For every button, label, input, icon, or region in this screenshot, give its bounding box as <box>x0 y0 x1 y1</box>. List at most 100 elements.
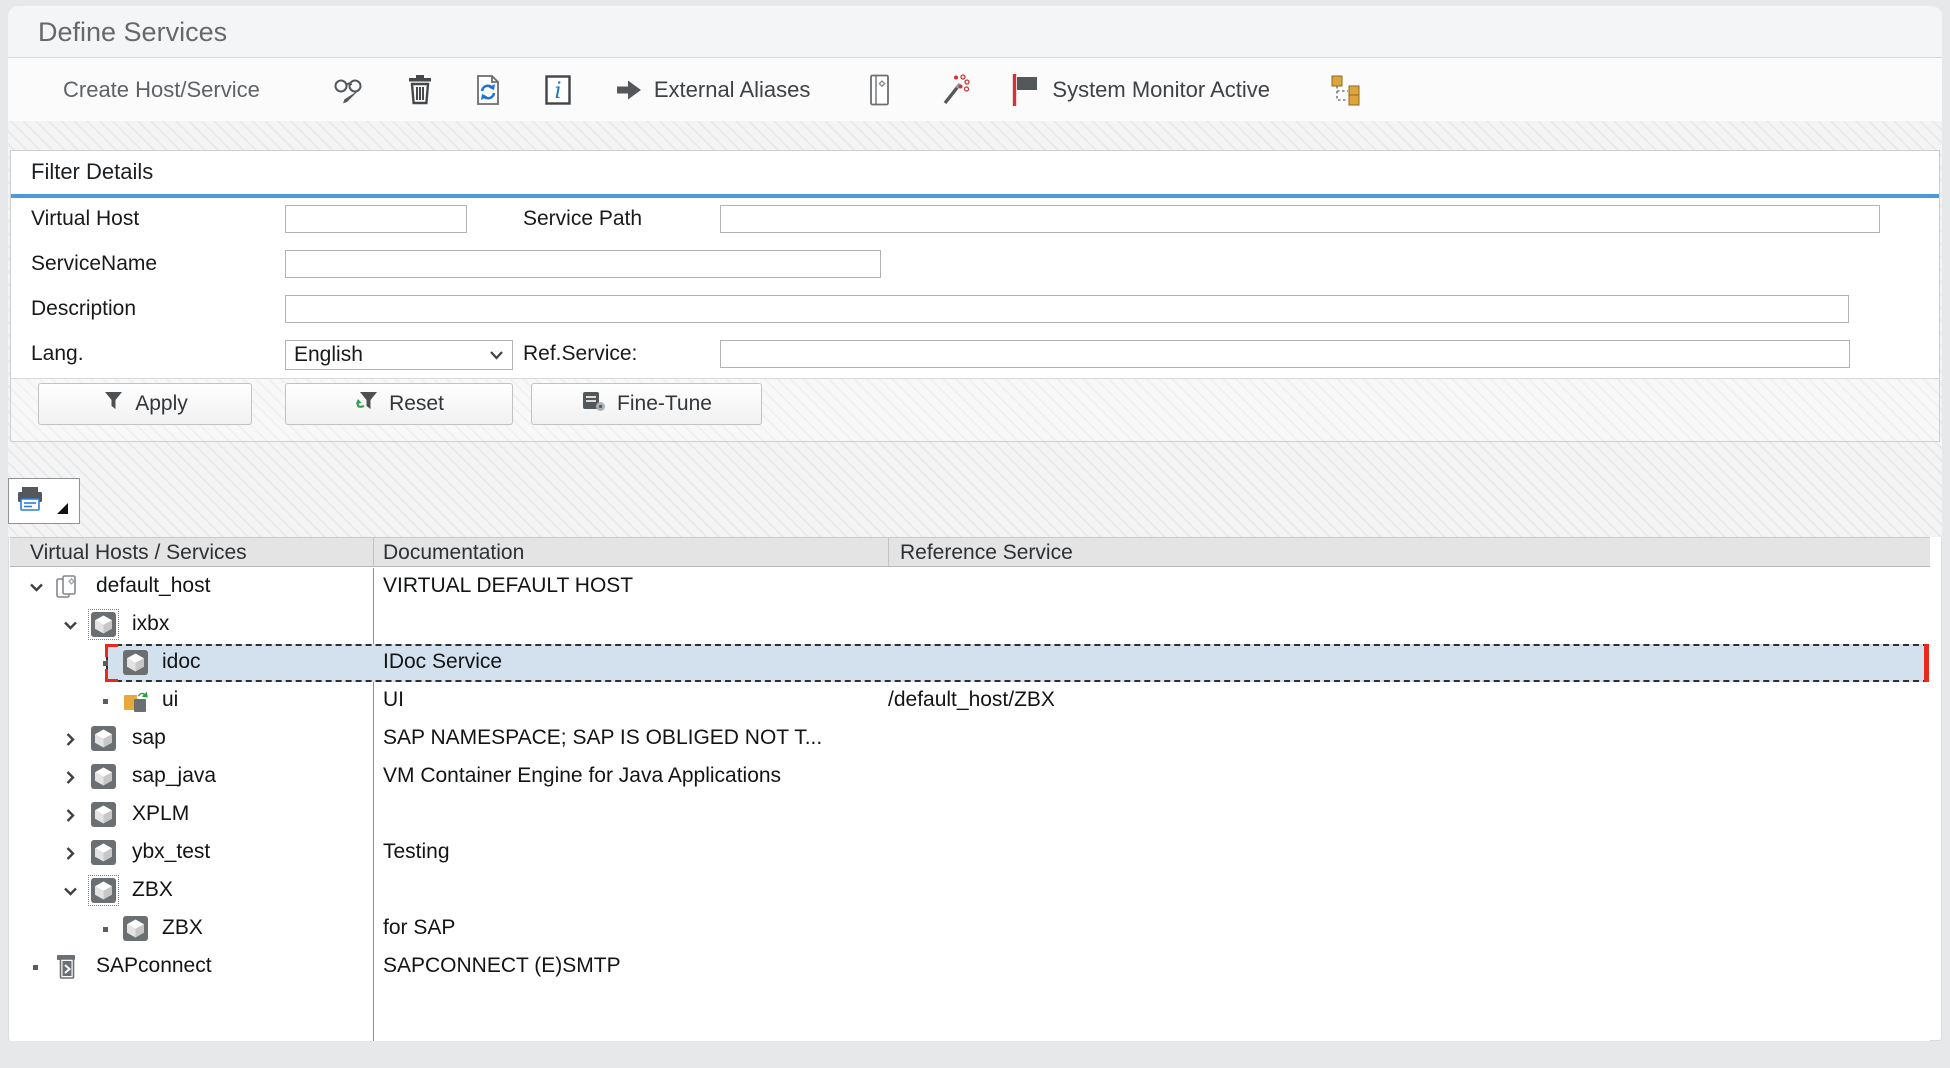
service-name-label: ServiceName <box>31 252 157 276</box>
sapconnect-icon <box>54 953 81 980</box>
funnel-reset-icon <box>354 390 379 419</box>
external-aliases-label: External Aliases <box>654 77 811 103</box>
tree-row-ui[interactable]: uiUI/default_host/ZBX <box>10 682 1930 720</box>
tree-row-default_host[interactable]: default_hostVIRTUAL DEFAULT HOST <box>10 568 1930 606</box>
language-select[interactable]: English <box>285 340 513 370</box>
selection-corner-mark <box>105 644 118 657</box>
node-label: idoc <box>162 650 201 674</box>
svg-text:i: i <box>554 79 561 104</box>
hierarchy-icon[interactable] <box>1330 74 1362 106</box>
arrow-right-icon <box>616 79 642 101</box>
virtual-host-label: Virtual Host <box>31 207 139 231</box>
delete-icon[interactable] <box>406 74 434 106</box>
info-icon[interactable]: i <box>544 74 572 106</box>
node-label: default_host <box>96 574 210 598</box>
node-label: ZBX <box>132 878 173 902</box>
service-icon <box>90 611 117 638</box>
tree-row-sap[interactable]: sap SAP NAMESPACE; SAP IS OBLIGED NOT T..… <box>10 720 1930 758</box>
documentation-cell: VM Container Engine for Java Application… <box>383 764 781 788</box>
apply-button-label: Apply <box>135 392 188 416</box>
documentation-cell: SAPCONNECT (E)SMTP <box>383 954 621 978</box>
column-divider <box>888 538 889 566</box>
external-aliases-button[interactable]: External Aliases <box>616 77 811 103</box>
flag-icon <box>1010 73 1040 107</box>
tree-row-sapconnect[interactable]: SAPconnect SAPCONNECT (E)SMTP <box>10 948 1930 986</box>
filter-row-description: Description <box>11 288 1939 334</box>
refresh-icon[interactable] <box>474 74 502 106</box>
fine-tune-icon <box>581 389 607 419</box>
virtual-host-input[interactable] <box>285 205 467 233</box>
tree-row-ybx_test[interactable]: ybx_testTesting <box>10 834 1930 872</box>
ref-service-input[interactable] <box>720 340 1850 368</box>
node-label: SAPconnect <box>96 954 212 978</box>
host-door-icon[interactable] <box>866 73 894 107</box>
service-icon <box>122 649 149 676</box>
service-path-label: Service Path <box>523 207 642 231</box>
selection-right-mark <box>1924 644 1929 682</box>
node-label: ZBX <box>162 916 203 940</box>
bullet-icon <box>103 661 108 666</box>
documentation-cell: Testing <box>383 840 450 864</box>
bullet-icon <box>33 965 38 970</box>
filter-row-language: Lang. English Ref.Service: <box>11 333 1939 379</box>
wizard-wand-icon[interactable] <box>938 74 970 106</box>
system-monitor-label: System Monitor Active <box>1052 77 1270 103</box>
chevron-down-icon[interactable] <box>62 617 79 634</box>
system-monitor-button[interactable]: System Monitor Active <box>1010 73 1270 107</box>
chevron-right-icon[interactable] <box>62 731 79 748</box>
dropdown-corner-icon <box>57 503 68 514</box>
node-label: XPLM <box>132 802 189 826</box>
node-label: ui <box>162 688 178 712</box>
column-header-documentation[interactable]: Documentation <box>383 541 524 565</box>
documentation-cell: SAP NAMESPACE; SAP IS OBLIGED NOT T... <box>383 726 822 750</box>
chevron-right-icon[interactable] <box>62 807 79 824</box>
reference-service-cell: /default_host/ZBX <box>888 688 1055 712</box>
service-icon <box>90 725 117 752</box>
sap-define-services-window: Define Services Create Host/Service i Ex… <box>0 0 1950 1068</box>
chevron-down-icon[interactable] <box>62 883 79 900</box>
filter-row-virtual-host: Virtual Host Service Path <box>11 198 1939 244</box>
tree-row-xplm[interactable]: XPLM <box>10 796 1930 834</box>
service-icon <box>90 839 117 866</box>
display-change-icon[interactable] <box>332 74 366 106</box>
service-name-input[interactable] <box>285 250 881 278</box>
apply-button[interactable]: Apply <box>38 383 252 425</box>
title-bar: Define Services <box>8 6 1942 58</box>
reset-button[interactable]: Reset <box>285 383 513 425</box>
ref-service-label: Ref.Service: <box>523 342 637 366</box>
column-header-reference-service[interactable]: Reference Service <box>900 541 1073 565</box>
description-input[interactable] <box>285 295 1849 323</box>
printer-icon <box>15 484 45 519</box>
create-host-service-label: Create Host/Service <box>63 77 260 103</box>
selected-row-highlight <box>106 644 1929 682</box>
tree-row-zbx[interactable]: ZBXfor SAP <box>10 910 1930 948</box>
chevron-right-icon[interactable] <box>62 769 79 786</box>
service-icon <box>90 801 117 828</box>
tree-row-ixbx[interactable]: ixbx <box>10 606 1930 644</box>
fine-tune-button[interactable]: Fine-Tune <box>531 383 762 425</box>
application-toolbar: Create Host/Service i External Aliases S… <box>8 58 1942 121</box>
language-selected-value: English <box>294 343 363 367</box>
chevron-down-icon[interactable] <box>28 579 45 596</box>
column-header-virtual-hosts[interactable]: Virtual Hosts / Services <box>30 541 247 565</box>
selection-corner-mark <box>105 669 118 682</box>
alias-icon <box>122 687 149 714</box>
chevron-right-icon[interactable] <box>62 845 79 862</box>
service-icon <box>122 915 149 942</box>
filter-group-title-strip: Filter Details <box>11 151 1939 194</box>
service-icon <box>90 877 117 904</box>
tree-row-sap_java[interactable]: sap_javaVM Container Engine for Java App… <box>10 758 1930 796</box>
tree-row-zbx[interactable]: ZBX <box>10 872 1930 910</box>
node-label: sap <box>132 726 166 750</box>
node-label: ixbx <box>132 612 169 636</box>
fine-tune-button-label: Fine-Tune <box>617 392 712 416</box>
filter-details-group: Filter Details Virtual Host Service Path… <box>10 150 1940 442</box>
create-host-service-button[interactable]: Create Host/Service <box>63 77 260 103</box>
page-title: Define Services <box>38 17 227 48</box>
tree-row-idoc[interactable]: idocIDoc Service <box>10 644 1930 682</box>
reset-button-label: Reset <box>389 392 444 416</box>
tree-table-header: Virtual Hosts / Services Documentation R… <box>10 537 1930 567</box>
service-path-input[interactable] <box>720 205 1880 233</box>
print-button[interactable] <box>8 478 80 524</box>
description-label: Description <box>31 297 136 321</box>
